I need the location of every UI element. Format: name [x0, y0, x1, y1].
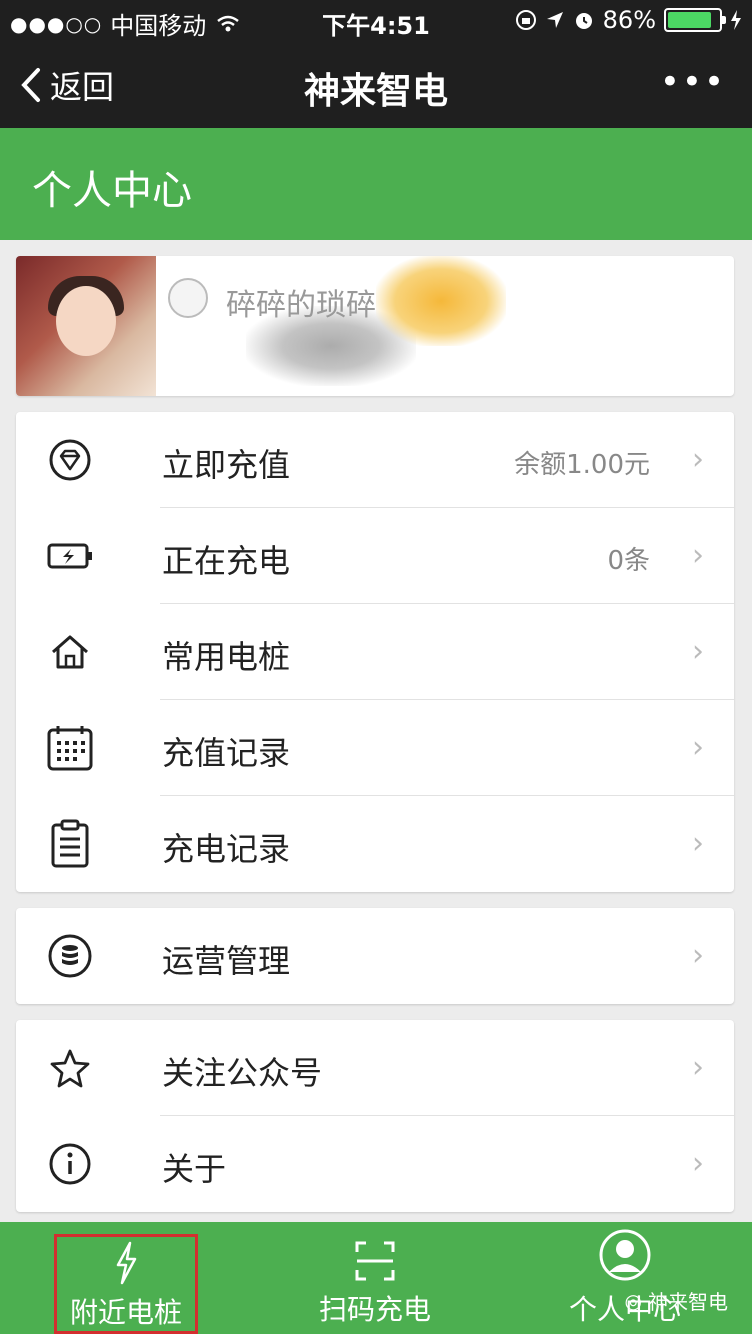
page-title: 神来智电 — [303, 71, 448, 112]
tab-nearby-stations[interactable]: 附近电桩 — [54, 1234, 198, 1334]
tab-label: 附近电桩 — [69, 1296, 182, 1329]
chevron-right-icon: › — [692, 1146, 704, 1181]
info-icon — [46, 1140, 94, 1188]
profile-photo — [16, 256, 156, 396]
battery-icon — [664, 8, 726, 32]
menu-card-ops: 运营管理 › — [16, 908, 734, 1004]
profile-card[interactable]: 碎碎的琐碎 — [16, 256, 734, 396]
balance-value: 余额1.00元 — [514, 450, 650, 480]
menu-item-label: 正在充电 — [162, 542, 291, 580]
user-nickname: 碎碎的琐碎 — [226, 288, 376, 323]
chevron-right-icon: › — [692, 938, 704, 973]
alarm-icon — [575, 13, 592, 29]
tab-scan-charge[interactable]: 扫码充电 — [300, 1222, 450, 1334]
home-icon — [46, 628, 94, 676]
battery-charging-icon — [46, 532, 94, 580]
lightning-icon — [57, 1237, 195, 1285]
chevron-right-icon: › — [692, 538, 704, 573]
tab-personal-center[interactable]: 个人中心 — [560, 1222, 690, 1334]
menu-item-recharge[interactable]: 立即充值 余额1.00元 › — [16, 412, 734, 508]
menu-item-charging[interactable]: 正在充电 0条 › — [16, 508, 734, 604]
charging-count: 0条 — [607, 546, 650, 576]
menu-item-label: 立即充值 — [162, 446, 291, 484]
menu-item-favorite-stations[interactable]: 常用电桩 › — [16, 604, 734, 700]
clipboard-icon — [46, 819, 94, 868]
menu-item-label: 常用电桩 — [162, 638, 291, 676]
battery-fill — [668, 12, 711, 28]
menu-card-misc: 关注公众号 › 关于 › — [16, 1020, 734, 1212]
chevron-right-icon: › — [692, 1050, 704, 1085]
wechat-icon: ◎ — [624, 1288, 642, 1313]
charging-icon — [731, 10, 741, 30]
star-icon — [46, 1044, 94, 1092]
chevron-right-icon: › — [692, 634, 704, 669]
menu-item-about[interactable]: 关于 › — [16, 1116, 734, 1212]
menu-item-label: 充电记录 — [162, 830, 291, 868]
menu-item-label: 关注公众号 — [162, 1054, 323, 1092]
battery-percent: 86% — [602, 6, 656, 34]
chevron-right-icon: › — [692, 826, 704, 861]
avatar — [168, 278, 208, 318]
menu-item-label: 运营管理 — [162, 942, 291, 980]
location-icon — [546, 12, 563, 28]
menu-item-operations[interactable]: 运营管理 › — [16, 908, 734, 1004]
database-icon — [46, 932, 94, 980]
tab-label: 扫码充电 — [318, 1293, 431, 1326]
section-header: 个人中心 — [0, 128, 752, 240]
watermark-text: 神来智电 — [648, 1290, 728, 1314]
menu-item-label: 关于 — [162, 1150, 227, 1188]
scan-icon — [300, 1222, 450, 1282]
top-bar: ●●●○○ 中国移动 下午4:51 86% 返回 神来智电 ••• — [0, 0, 752, 128]
photo-face — [56, 286, 116, 356]
chevron-right-icon: › — [692, 730, 704, 765]
nav-bar: 返回 神来智电 ••• — [0, 40, 752, 128]
calendar-icon — [46, 724, 94, 772]
more-button[interactable]: ••• — [660, 62, 726, 102]
redaction-mark-yellow — [376, 256, 506, 346]
status-bar: ●●●○○ 中国移动 下午4:51 86% — [0, 0, 752, 40]
menu-item-follow-account[interactable]: 关注公众号 › — [16, 1020, 734, 1116]
menu-card-main: 立即充值 余额1.00元 › 正在充电 0条 › 常用电桩 › 充值记录 › 充… — [16, 412, 734, 892]
diamond-icon — [46, 436, 94, 484]
watermark: ◎ 神来智电 — [625, 1286, 728, 1315]
bottom-tab-bar: 附近电桩 扫码充电 个人中心 — [0, 1222, 752, 1334]
section-title: 个人中心 — [32, 168, 192, 214]
menu-item-charging-records[interactable]: 充电记录 › — [16, 796, 734, 892]
orientation-lock-icon — [515, 10, 536, 30]
menu-item-recharge-records[interactable]: 充值记录 › — [16, 700, 734, 796]
chevron-right-icon: › — [692, 442, 704, 477]
menu-item-label: 充值记录 — [162, 734, 291, 772]
user-icon — [560, 1222, 690, 1282]
